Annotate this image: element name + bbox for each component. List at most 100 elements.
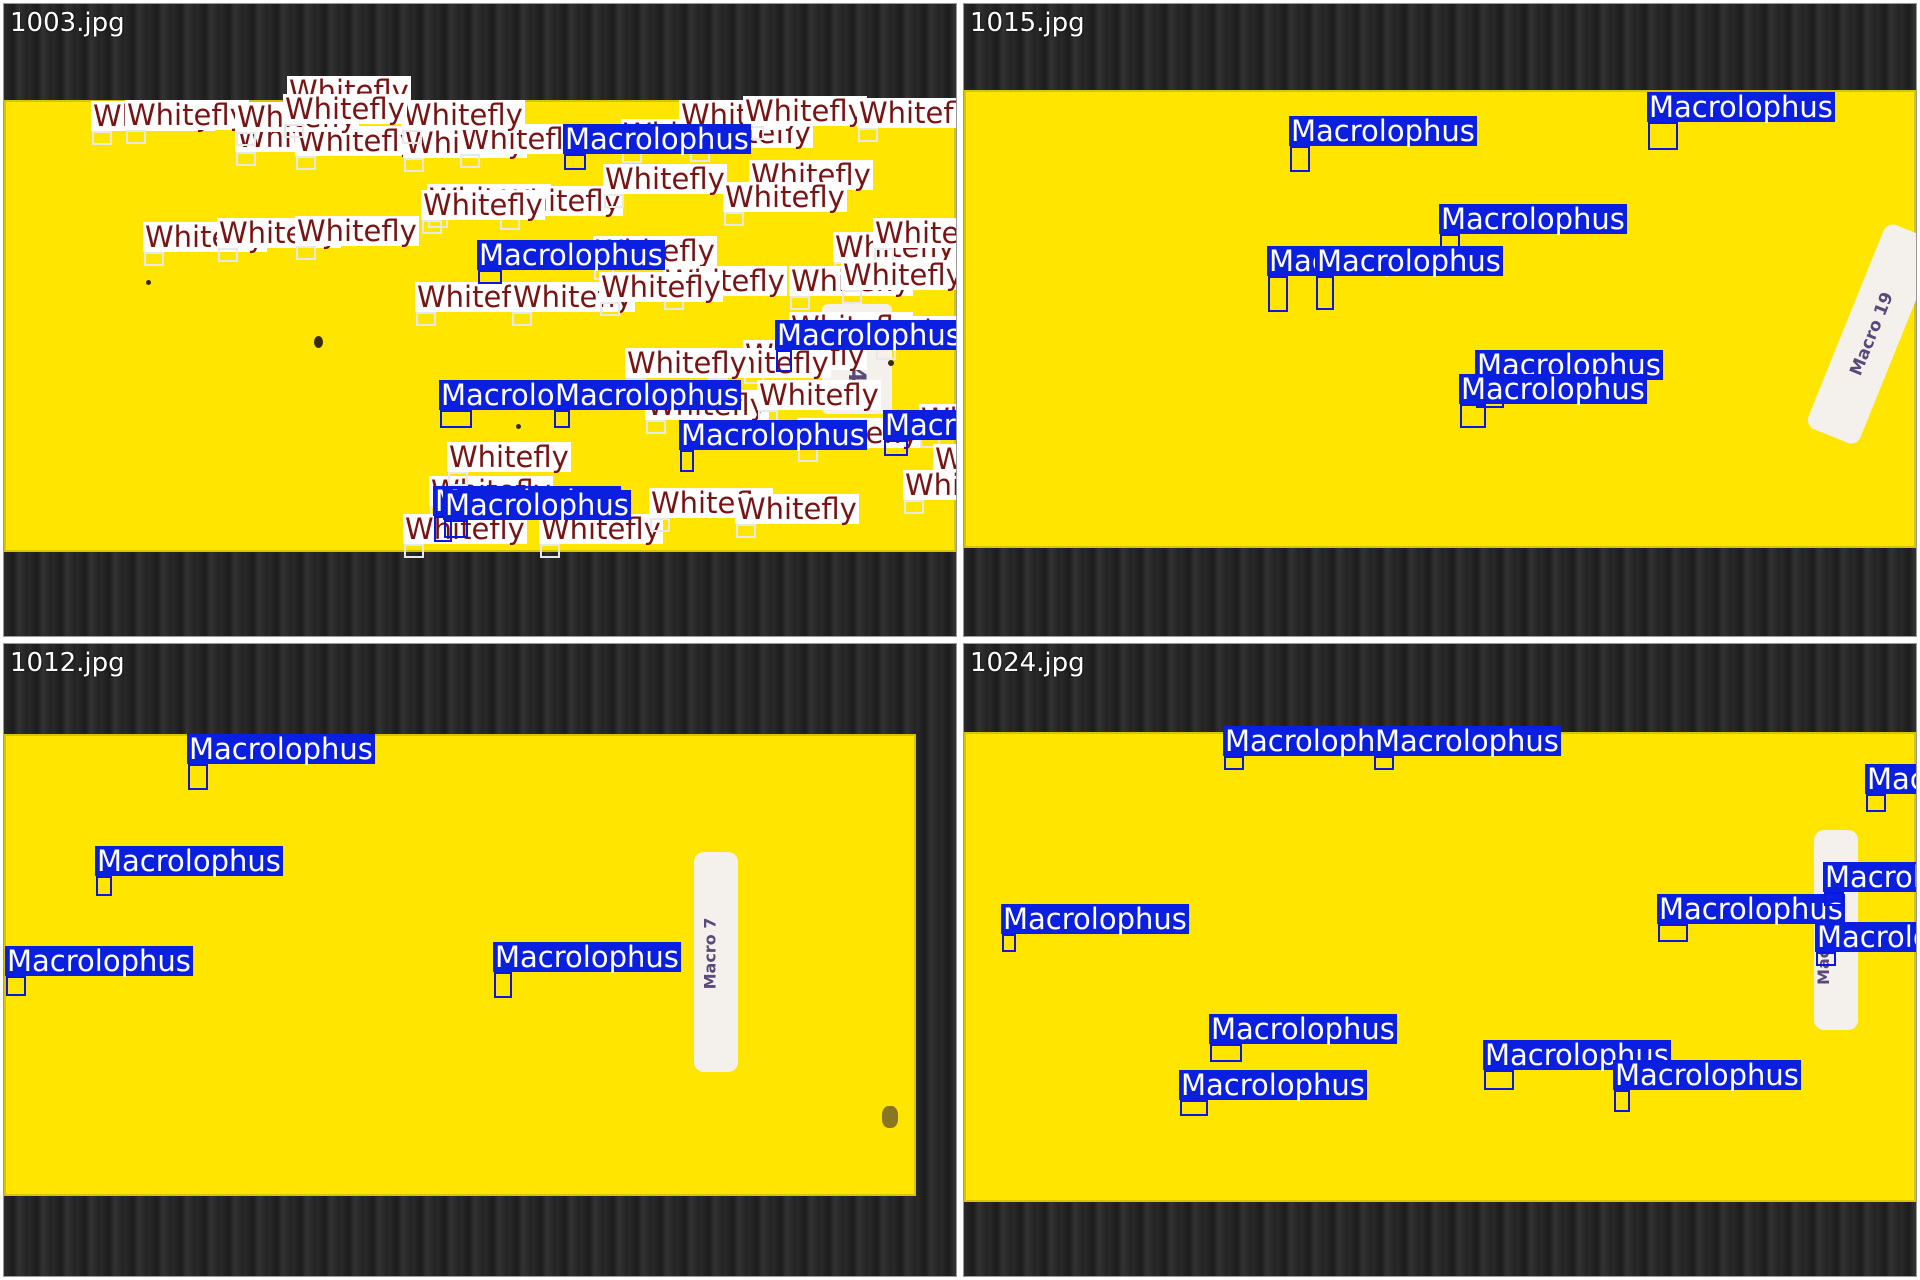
- image-filename: 1024.jpg: [970, 648, 1085, 678]
- macrolophus-detection: Macrolophus: [439, 380, 627, 428]
- bounding-box: [1224, 756, 1244, 770]
- whitefly-detection: Whitefly: [403, 514, 527, 558]
- bounding-box: [236, 132, 256, 146]
- class-label: Whitefly: [447, 440, 571, 474]
- whitefly-detection: Whitefly: [539, 514, 663, 558]
- bounding-box: [444, 520, 468, 538]
- whitefly-detection: Whitefly: [415, 282, 539, 326]
- bounding-box: [1484, 1070, 1514, 1090]
- bounding-box: [296, 246, 316, 260]
- image-filename: 1015.jpg: [970, 8, 1085, 38]
- bounding-box: [858, 128, 878, 142]
- class-label: Macrolophus: [883, 410, 956, 440]
- insect-speck: [314, 336, 323, 348]
- image-mosaic: 254 1003.jpg WhiteflyWhiteflyWhiteflyWhi…: [0, 0, 1920, 1280]
- class-label: Whitefly: [873, 218, 956, 248]
- bounding-box: [416, 312, 436, 326]
- macrolophus-detection: Macrolophus: [1815, 922, 1916, 966]
- bounding-box: [724, 212, 744, 226]
- whitefly-detection: Whitefly: [645, 390, 769, 434]
- panel-1024: Macro 14 1024.jpg MacrolophusMacrolophus…: [963, 643, 1917, 1277]
- bounding-box: [92, 131, 112, 145]
- class-label: Whitefly: [421, 188, 545, 222]
- macrolophus-detection: Macrolophus: [1613, 1060, 1801, 1112]
- macrolophus-detection: Macrolophus: [493, 942, 681, 998]
- whitefly-detection: Whitefly: [295, 126, 419, 170]
- bounding-box: [1316, 276, 1334, 310]
- class-label: Macrolophus: [1209, 1012, 1397, 1046]
- class-label: Whitefly: [903, 470, 956, 500]
- macrolophus-detection: Macrolophus: [1483, 1040, 1671, 1090]
- macrolophus-detection: Macrolophus: [1373, 726, 1561, 770]
- bounding-box: [1374, 756, 1394, 770]
- bounding-box: [404, 544, 424, 558]
- class-label: Whitefly: [841, 260, 956, 290]
- class-label: Macrolophus: [1823, 862, 1916, 892]
- class-label: Macrolophus: [563, 122, 751, 156]
- bounding-box: [296, 156, 316, 170]
- class-label: Macrolophus: [1647, 90, 1835, 124]
- whitefly-detection: Whitefly: [857, 98, 956, 142]
- class-label: Macrolophus: [1459, 372, 1647, 406]
- class-label: Whitefly: [603, 162, 727, 196]
- macrolophus-detection: Macrolophus: [1865, 764, 1916, 812]
- macrolophus-detection: Macrolophus: [1647, 92, 1835, 150]
- bounding-box: [1268, 276, 1288, 312]
- bounding-box: [564, 154, 586, 170]
- class-label: Macrolophus: [1179, 1068, 1367, 1102]
- whitefly-detection: Whitefly: [403, 128, 527, 172]
- image-filename: 1003.jpg: [10, 8, 125, 38]
- image-filename: 1012.jpg: [10, 648, 125, 678]
- class-label: Macrolophus: [1657, 892, 1845, 926]
- whitefly-detection: Whitefly: [283, 94, 407, 138]
- bounding-box: [554, 410, 570, 428]
- trap-label-text: Macro 7: [700, 917, 720, 990]
- bounding-box: [402, 130, 422, 144]
- macrolophus-detection: Macrolophus: [1315, 246, 1503, 310]
- yellow-sticky-trap: [964, 90, 1916, 548]
- class-label: Whitefly: [723, 180, 847, 214]
- class-label: Whitefly: [599, 270, 723, 304]
- class-label: Whitefly: [735, 492, 859, 526]
- bounding-box: [188, 764, 208, 790]
- bounding-box: [1614, 1090, 1630, 1112]
- bounding-box: [1866, 794, 1886, 812]
- macrolophus-detection: Macrolophus: [883, 410, 956, 456]
- bounding-box: [1210, 1044, 1242, 1062]
- bounding-box: [1460, 404, 1486, 428]
- class-label: Macrolophus: [1613, 1058, 1801, 1092]
- class-label: Macrolophus: [1373, 724, 1561, 758]
- whitefly-detection: Whitefly: [603, 164, 727, 208]
- bounding-box: [1180, 1100, 1208, 1116]
- macrolophus-detection: Macrolophus: [553, 380, 741, 428]
- macrolophus-detection: Macrolophus: [477, 240, 665, 284]
- macrolophus-detection: Macrolophus: [1179, 1070, 1367, 1116]
- whitefly-detection: Whitefly: [841, 260, 956, 304]
- bounding-box: [1824, 892, 1844, 906]
- whitefly-detection: Whitefly: [511, 282, 635, 326]
- bounding-box: [884, 440, 908, 456]
- insect-speck: [882, 1106, 898, 1128]
- whitefly-detection: Whitefly: [235, 102, 359, 146]
- whitefly-detection: Whitefly: [217, 218, 341, 262]
- whitefly-detection: Whitefly: [459, 124, 583, 168]
- whitefly-detection: Whitefly: [143, 222, 267, 266]
- bounding-box: [1002, 934, 1016, 952]
- macrolophus-detection: Macrolophus: [1267, 246, 1455, 312]
- bounding-box: [790, 296, 810, 310]
- bounding-box: [96, 876, 112, 896]
- class-label: Macrolophus: [775, 320, 956, 350]
- whitefly-detection: Whitefly: [421, 190, 545, 234]
- class-label: Macrolophus: [443, 488, 631, 522]
- whitefly-detection: Whitefly: [401, 100, 525, 144]
- macrolophus-detection: Macrolophus: [563, 124, 751, 170]
- bounding-box: [512, 312, 532, 326]
- macrolophus-detection: Macrolophus: [679, 420, 867, 472]
- macrolophus-detection: Macrolophus: [1657, 894, 1845, 942]
- class-label: Whitefly: [857, 98, 956, 128]
- macrolophus-detection: Macrolophus: [1289, 116, 1477, 172]
- bounding-box: [600, 302, 620, 316]
- whitefly-detection: Whitefly: [789, 266, 913, 310]
- class-label: Macrolophus: [1001, 902, 1189, 936]
- bounding-box: [284, 124, 304, 138]
